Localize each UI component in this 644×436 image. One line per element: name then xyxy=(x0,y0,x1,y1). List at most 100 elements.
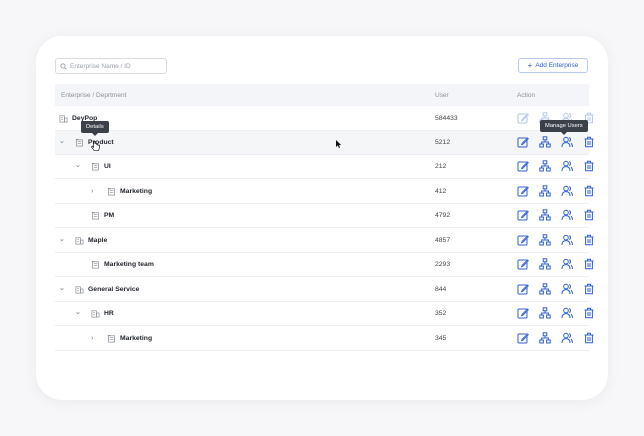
row-actions xyxy=(517,258,595,270)
org-structure-icon[interactable] xyxy=(539,258,551,270)
header-name: Enterprise / Deprtment xyxy=(61,91,127,99)
edit-icon[interactable] xyxy=(517,307,529,319)
delete-icon[interactable] xyxy=(583,307,595,319)
manage-users-icon[interactable] xyxy=(561,258,573,270)
table-row[interactable]: DeyPop 584433 xyxy=(55,107,594,131)
table-row[interactable]: ⌄ UI 212 xyxy=(55,155,594,179)
manage-users-icon[interactable] xyxy=(561,185,573,197)
plus-icon: + xyxy=(527,60,533,70)
chevron-right-icon[interactable]: › xyxy=(91,188,99,195)
manage-users-icon[interactable] xyxy=(561,136,573,148)
row-actions xyxy=(517,160,595,172)
row-name: Marketing team xyxy=(104,261,154,268)
row-actions xyxy=(517,209,595,221)
row-user-count: 352 xyxy=(435,310,447,317)
row-user-count: 4792 xyxy=(435,212,451,219)
chevron-down-icon[interactable]: ⌄ xyxy=(75,161,83,169)
row-actions xyxy=(517,185,595,197)
manage-users-tooltip: Manage Users xyxy=(540,120,588,135)
org-structure-icon[interactable] xyxy=(539,307,551,319)
delete-icon[interactable] xyxy=(583,234,595,246)
table-row[interactable]: › Marketing 345 xyxy=(55,327,594,351)
org-structure-icon[interactable] xyxy=(539,234,551,246)
manage-users-icon[interactable] xyxy=(561,283,573,295)
edit-icon[interactable] xyxy=(517,112,529,124)
row-actions xyxy=(517,136,595,148)
edit-icon[interactable] xyxy=(517,332,529,344)
department-icon xyxy=(107,187,116,196)
org-structure-icon[interactable] xyxy=(539,160,551,172)
delete-icon[interactable] xyxy=(583,136,595,148)
table-row[interactable]: ⌄ Maple 4857 xyxy=(55,229,594,253)
table-row[interactable]: ⌄ Product 5212 xyxy=(55,131,594,155)
edit-icon[interactable] xyxy=(517,258,529,270)
row-name-cell: › Marketing xyxy=(91,327,152,350)
chevron-right-icon[interactable]: › xyxy=(91,335,99,342)
org-structure-icon[interactable] xyxy=(539,136,551,148)
chevron-down-icon[interactable]: ⌄ xyxy=(75,308,83,316)
chevron-down-icon[interactable]: ⌄ xyxy=(59,137,67,145)
row-actions xyxy=(517,234,595,246)
add-enterprise-button[interactable]: + Add Enterprise xyxy=(518,58,588,73)
search-box[interactable] xyxy=(55,58,167,74)
delete-icon[interactable] xyxy=(583,160,595,172)
row-name: PM xyxy=(104,212,115,219)
building-icon xyxy=(91,309,100,318)
manage-users-icon[interactable] xyxy=(561,332,573,344)
edit-icon[interactable] xyxy=(517,234,529,246)
row-user-count: 5212 xyxy=(435,139,451,146)
manage-users-icon[interactable] xyxy=(561,307,573,319)
chevron-down-icon[interactable]: ⌄ xyxy=(59,284,67,292)
header-action: Action xyxy=(517,91,536,99)
edit-icon[interactable] xyxy=(517,283,529,295)
edit-icon[interactable] xyxy=(517,185,529,197)
department-icon xyxy=(91,260,100,269)
row-name-cell: PM xyxy=(91,204,114,227)
building-icon xyxy=(59,114,68,123)
department-icon xyxy=(75,138,84,147)
row-name-cell: ⌄ HR xyxy=(75,302,114,325)
row-user-count: 584433 xyxy=(435,115,458,122)
edit-icon[interactable] xyxy=(517,209,529,221)
manage-users-icon[interactable] xyxy=(561,234,573,246)
row-name-cell: › Marketing xyxy=(91,180,152,203)
row-name: Marketing xyxy=(120,188,153,195)
edit-icon[interactable] xyxy=(517,136,529,148)
table-row[interactable]: › Marketing 412 xyxy=(55,180,594,204)
org-structure-icon[interactable] xyxy=(539,185,551,197)
row-name: Marketing xyxy=(120,335,153,342)
row-user-count: 4857 xyxy=(435,237,451,244)
manage-users-icon[interactable] xyxy=(561,209,573,221)
row-name-cell: Marketing team xyxy=(91,253,154,276)
building-icon xyxy=(75,236,84,245)
delete-icon[interactable] xyxy=(583,332,595,344)
manage-users-icon[interactable] xyxy=(561,160,573,172)
row-user-count: 212 xyxy=(435,163,447,170)
chevron-down-icon[interactable]: ⌄ xyxy=(59,235,67,243)
row-user-count: 345 xyxy=(435,335,447,342)
delete-icon[interactable] xyxy=(583,283,595,295)
details-tooltip: Details xyxy=(81,121,109,136)
row-user-count: 844 xyxy=(435,286,447,293)
row-name: UI xyxy=(104,163,111,170)
org-structure-icon[interactable] xyxy=(539,332,551,344)
edit-icon[interactable] xyxy=(517,160,529,172)
delete-icon[interactable] xyxy=(583,258,595,270)
row-name-cell: ⌄ UI xyxy=(75,155,111,178)
delete-icon[interactable] xyxy=(583,209,595,221)
row-name: HR xyxy=(104,310,114,317)
table-row[interactable]: PM 4792 xyxy=(55,204,594,228)
row-name: Maple xyxy=(88,237,108,244)
department-icon xyxy=(91,211,100,220)
table-header: Enterprise / Deprtment User Action xyxy=(55,84,589,106)
org-structure-icon[interactable] xyxy=(539,283,551,295)
table-row[interactable]: Marketing team 2293 xyxy=(55,253,594,277)
delete-icon[interactable] xyxy=(583,185,595,197)
row-user-count: 412 xyxy=(435,188,447,195)
search-input[interactable] xyxy=(70,62,160,70)
department-icon xyxy=(107,334,116,343)
org-structure-icon[interactable] xyxy=(539,209,551,221)
table-row[interactable]: ⌄ General Service 844 xyxy=(55,278,594,302)
table-row[interactable]: ⌄ HR 352 xyxy=(55,302,594,326)
building-icon xyxy=(75,285,84,294)
